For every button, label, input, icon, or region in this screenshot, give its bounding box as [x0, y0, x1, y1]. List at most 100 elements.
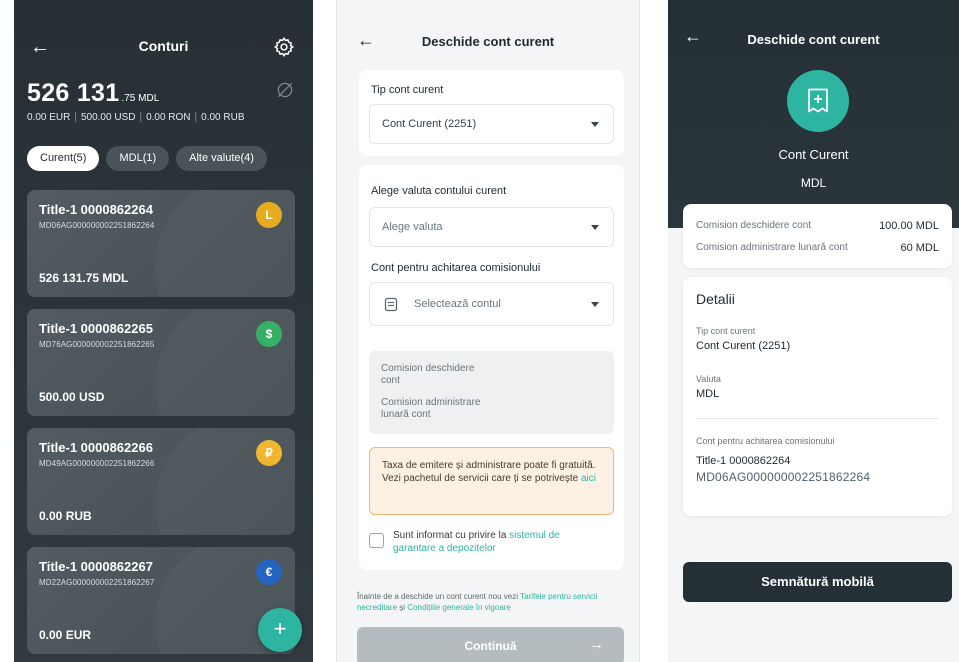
terms-footnote: Înainte de a deschide un cont curent nou… [357, 591, 625, 613]
fee-account-placeholder: Selectează contul [414, 298, 501, 310]
currency-label: Valuta [696, 374, 721, 384]
type-label: Tip cont curent [696, 326, 756, 336]
hero-header: ← Deschide cont curent Cont Curent MDL [668, 0, 959, 228]
continue-button[interactable]: Continuă → [357, 627, 624, 662]
tab-current[interactable]: Curent(5) [27, 146, 100, 171]
account-amount: 500.00 USD [39, 390, 105, 404]
fee-open-label-2: cont [381, 375, 400, 386]
consent-label: Sunt informat cu privire la sistemul de … [393, 529, 560, 555]
divider [696, 418, 939, 419]
conditions-link[interactable]: Condițiile generale în vigoare [407, 603, 511, 612]
arrow-right-icon: → [589, 636, 604, 653]
currency-label: Alege valuta contului curent [371, 185, 507, 197]
fee-open-row: Comision deschidere cont 100.00 MDL [696, 220, 939, 232]
account-type-value: Cont Curent (2251) [382, 118, 477, 130]
footnote-text: Înainte de a deschide un cont curent nou… [357, 592, 521, 601]
consent-checkbox[interactable] [369, 533, 384, 548]
fee-open-label: Comision deschidere cont [696, 220, 812, 231]
notice-text: Taxa de emitere și administrare poate fi… [382, 459, 601, 485]
account-currency: MDL [800, 176, 827, 190]
account-title: Title-1 0000862266 [39, 440, 153, 455]
balance-ron: 0.00 RON [146, 112, 191, 123]
dollar-currency-icon: $ [256, 321, 282, 347]
gear-icon[interactable] [273, 36, 295, 58]
receipt-icon [808, 88, 828, 113]
account-amount: 526 131.75 MDL [39, 271, 129, 285]
euro-currency-icon: € [256, 559, 282, 585]
page-title: Deschide cont curent [747, 32, 880, 47]
details-card: Detalii Tip cont curent Cont Curent (225… [683, 277, 952, 516]
consent-link-1[interactable]: sistemul de [509, 530, 560, 541]
ruble-currency-icon: ₽ [256, 440, 282, 466]
balance-usd: 500.00 USD [80, 112, 136, 123]
fee-admin-label: Comision administrare lunară cont [696, 242, 848, 253]
page-title: Conturi [138, 38, 189, 54]
fee-open-value: 100.00 MDL [879, 220, 939, 232]
notice-link[interactable]: aici [581, 473, 596, 484]
account-card[interactable]: Title-1 0000862267 MD22AG000000002251862… [27, 547, 295, 654]
consent-text: Sunt informat cu privire la [393, 530, 510, 541]
account-title: Title-1 0000862267 [39, 559, 153, 574]
chevron-down-icon [591, 302, 599, 307]
mobile-signature-button[interactable]: Semnătură mobilă [683, 562, 952, 602]
currency-placeholder: Alege valuta [382, 221, 443, 233]
add-account-button[interactable]: + [258, 608, 302, 652]
eye-off-icon[interactable] [275, 80, 295, 100]
consent-link-2[interactable]: garantare a depozitelor [393, 543, 496, 554]
account-iban: MD06AG000000002251862264 [39, 221, 155, 230]
account-amount: 0.00 EUR [39, 628, 92, 642]
account-amount: 0.00 RUB [39, 509, 92, 523]
continue-label: Continuă [464, 639, 517, 653]
page-title: Deschide cont curent [421, 34, 555, 49]
header: ← Conturi [14, 34, 313, 62]
account-iban: MD49AG000000002251862266 [39, 459, 155, 468]
details-heading: Detalii [696, 291, 735, 307]
fee-account-title: Title-1 0000862264 [696, 455, 791, 467]
account-title: Title-1 0000862264 [39, 202, 153, 217]
account-card[interactable]: Title-1 0000862264 MD06AG000000002251862… [27, 190, 295, 297]
fees-summary: Comision deschidere cont Comision admini… [369, 351, 614, 434]
account-badge [787, 70, 849, 132]
balance-integer: 526 131 [27, 79, 120, 107]
fee-account-select[interactable]: Selectează contul [369, 282, 614, 326]
account-title: Title-1 0000862265 [39, 321, 153, 336]
info-notice: Taxa de emitere și administrare poate fi… [369, 447, 614, 515]
document-icon [384, 297, 398, 312]
filter-tabs: Curent(5) MDL(1) Alte valute(4) [27, 146, 267, 171]
account-iban: MD76AG000000002251862265 [39, 340, 155, 349]
chevron-down-icon [591, 122, 599, 127]
currency-balances: 0.00 EUR | 500.00 USD | 0.00 RON | 0.00 RUB [27, 112, 245, 123]
account-card[interactable]: Title-1 0000862266 MD49AG000000002251862… [27, 428, 295, 535]
account-type-label: Tip cont curent [371, 84, 444, 96]
fee-admin-value: 60 MDL [900, 242, 939, 254]
balance-eur: 0.00 EUR [27, 112, 71, 123]
fees-card: Comision deschidere cont 100.00 MDL Comi… [683, 204, 952, 268]
account-type-section: Tip cont curent Cont Curent (2251) [359, 70, 624, 156]
currency-value: MDL [696, 388, 720, 400]
tab-mdl[interactable]: MDL(1) [106, 146, 170, 171]
fee-account-label: Cont pentru achitarea comisionului [371, 262, 541, 274]
balance-rub: 0.00 RUB [201, 112, 245, 123]
tab-other-currencies[interactable]: Alte valute(4) [176, 146, 267, 171]
balance-decimals: .75 MDL [121, 93, 160, 104]
currency-select[interactable]: Alege valuta [369, 207, 614, 247]
fee-admin-label-2: lunară cont [381, 409, 431, 420]
account-card[interactable]: Title-1 0000862265 MD76AG000000002251862… [27, 309, 295, 416]
fee-account-iban: MD06AG000000002251862264 [696, 470, 871, 484]
account-name: Cont Curent [778, 147, 849, 162]
accounts-screen: ← Conturi 526 131.75 MDL 0.00 EUR | 500.00… [14, 0, 313, 662]
type-value: Cont Curent (2251) [696, 340, 791, 352]
fee-account-label: Cont pentru achitarea comisionului [696, 436, 835, 446]
currency-section: Alege valuta contului curent Alege valut… [359, 165, 624, 570]
account-iban: MD22AG000000002251862267 [39, 578, 155, 587]
notice-body: Taxa de emitere și administrare poate fi… [382, 460, 596, 484]
chevron-down-icon [591, 225, 599, 230]
open-account-form-screen: ← Deschide cont curent Tip cont curent C… [336, 0, 640, 662]
footnote-and: și [397, 603, 408, 612]
fee-admin-row: Comision administrare lunară cont 60 MDL [696, 242, 939, 254]
fee-admin-label: Comision administrare [381, 397, 481, 408]
header: ← Deschide cont curent [337, 30, 639, 56]
account-type-select[interactable]: Cont Curent (2251) [369, 104, 614, 144]
total-balance: 526 131.75 MDL [27, 79, 159, 108]
fee-open-label: Comision deschidere [381, 363, 475, 374]
